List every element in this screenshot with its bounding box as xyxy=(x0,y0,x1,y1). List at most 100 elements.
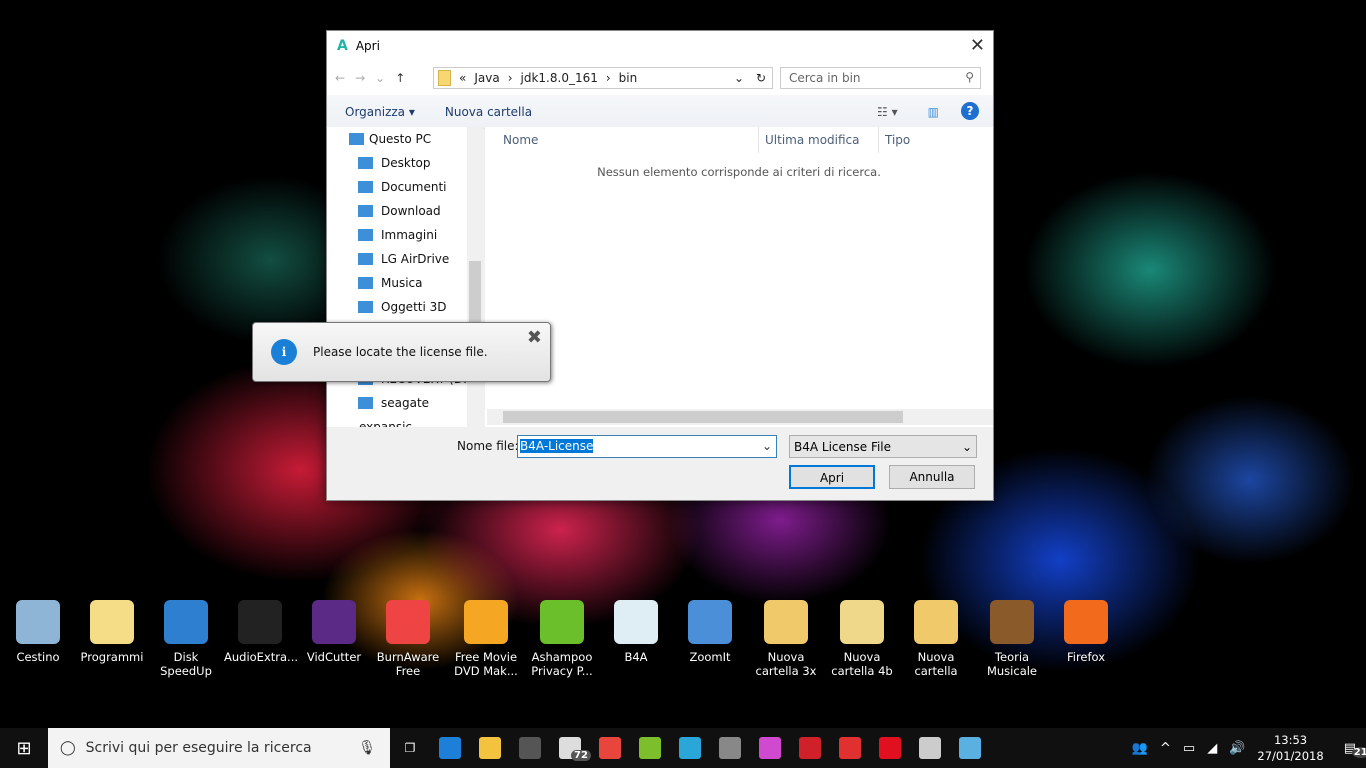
taskbar-app-autocad[interactable] xyxy=(790,728,830,768)
nav-item-icon xyxy=(349,133,364,145)
recent-dropdown[interactable]: ⌄ xyxy=(375,71,385,85)
desktop-icon-label: Free Movie DVD Mak... xyxy=(454,650,518,678)
up-button[interactable]: ↑ xyxy=(395,71,405,85)
desktop-icon[interactable]: VidCutter xyxy=(298,600,370,664)
open-button[interactable]: Apri xyxy=(789,465,875,489)
file-name-input[interactable]: B4A-License ⌄ xyxy=(517,435,777,458)
taskbar-app-photos[interactable] xyxy=(910,728,950,768)
breadcrumb-overflow[interactable]: « xyxy=(459,71,466,85)
nav-item[interactable]: Download xyxy=(327,199,483,223)
desktop-icon-label: Firefox xyxy=(1066,650,1106,664)
taskbar-app-notepad[interactable] xyxy=(950,728,990,768)
desktop-icon[interactable]: Nuova cartella xyxy=(900,600,972,678)
date: 27/01/2018 xyxy=(1257,749,1324,763)
taskbar-app-chrome[interactable] xyxy=(590,728,630,768)
taskbar-app-opera[interactable] xyxy=(870,728,910,768)
tooltip-close-button[interactable]: ✖ xyxy=(527,327,542,348)
taskbar-app-edge[interactable] xyxy=(430,728,470,768)
organize-menu[interactable]: Organizza ▾ xyxy=(345,105,415,119)
desktop-icon[interactable]: Teoria Musicale xyxy=(976,600,1048,678)
desktop-icon[interactable]: Ashampoo Privacy P... xyxy=(526,600,598,678)
desktop-icon[interactable]: B4A xyxy=(600,600,672,664)
file-type-select[interactable]: B4A License File ⌄ xyxy=(789,435,977,458)
nav-scrollbar[interactable] xyxy=(467,127,483,427)
desktop-icon-label: Teoria Musicale xyxy=(986,650,1038,678)
back-button[interactable]: ← xyxy=(335,71,345,85)
desktop-icon[interactable]: Disk SpeedUp xyxy=(150,600,222,678)
opera-icon xyxy=(879,737,901,759)
desktop-icon[interactable]: Nuova cartella 3x xyxy=(750,600,822,678)
taskbar-app-audio[interactable] xyxy=(710,728,750,768)
taskbar-app-app[interactable] xyxy=(670,728,710,768)
taskbar-app-store[interactable] xyxy=(510,728,550,768)
nav-item[interactable]: Desktop xyxy=(327,151,483,175)
desktop-icon-image xyxy=(840,600,884,644)
taskbar-app-paint[interactable] xyxy=(750,728,790,768)
wifi-icon[interactable]: ◢ xyxy=(1207,741,1217,756)
refresh-icon[interactable]: ↻ xyxy=(756,71,766,85)
search-input[interactable]: Cerca in bin ⚲ xyxy=(780,67,981,89)
cancel-button[interactable]: Annulla xyxy=(889,465,975,489)
time: 13:53 xyxy=(1273,733,1308,747)
folder-icon xyxy=(438,70,451,86)
horizontal-scrollbar[interactable] xyxy=(487,409,993,425)
desktop-icon[interactable]: BurnAware Free xyxy=(372,600,444,678)
file-type-value: B4A License File xyxy=(794,440,892,454)
column-name[interactable]: Nome xyxy=(485,127,759,153)
nav-item[interactable]: Oggetti 3D xyxy=(327,295,483,319)
volume-icon[interactable]: 🔊 xyxy=(1229,741,1245,756)
desktop-icon[interactable]: ZoomIt xyxy=(674,600,746,664)
task-view-button[interactable]: ❐ xyxy=(390,728,430,768)
nav-item[interactable]: LG AirDrive xyxy=(327,247,483,271)
desktop-icon-label: ZoomIt xyxy=(689,650,731,664)
autocad-icon xyxy=(799,737,821,759)
address-bar[interactable]: « Java › jdk1.8.0_161 › bin ⌄ ↻ xyxy=(433,67,773,89)
new-folder-button[interactable]: Nuova cartella xyxy=(445,105,532,119)
taskbar-app-android[interactable] xyxy=(630,728,670,768)
preview-pane-icon[interactable]: ▥ xyxy=(928,105,939,119)
file-name-label: Nome file: xyxy=(457,439,519,453)
column-modified[interactable]: Ultima modifica xyxy=(759,127,879,153)
breadcrumb-bin[interactable]: bin xyxy=(619,71,638,85)
desktop-icon[interactable]: AudioExtra... xyxy=(224,600,298,664)
desktop-icon-label: Ashampoo Privacy P... xyxy=(531,650,593,678)
battery-icon[interactable]: ▭ xyxy=(1183,741,1195,756)
chevron-down-icon[interactable]: ⌄ xyxy=(734,71,744,85)
empty-message: Nessun elemento corrisponde ai criteri d… xyxy=(597,165,881,179)
view-options-icon[interactable]: ☷ ▾ xyxy=(877,105,898,119)
breadcrumb-jdk[interactable]: jdk1.8.0_161 xyxy=(521,71,598,85)
chevron-right-icon: › xyxy=(507,71,513,85)
taskbar-app-kaspersky[interactable] xyxy=(830,728,870,768)
breadcrumb-java[interactable]: Java xyxy=(474,71,499,85)
forward-button[interactable]: → xyxy=(355,71,365,85)
clock[interactable]: 13:53 27/01/2018 xyxy=(1257,732,1323,764)
column-type[interactable]: Tipo xyxy=(879,127,993,153)
desktop-icon[interactable]: Nuova cartella 4b xyxy=(826,600,898,678)
notifications-icon[interactable]: ▤ 21 xyxy=(1344,741,1366,758)
nav-item-icon xyxy=(358,181,373,193)
desktop-icon-label: Programmi xyxy=(80,650,144,664)
desktop-icon[interactable]: Firefox xyxy=(1050,600,1122,664)
chevron-right-icon: › xyxy=(605,71,611,85)
desktop-icon[interactable]: Cestino xyxy=(2,600,74,664)
help-button[interactable]: ? xyxy=(961,102,979,120)
paint-icon xyxy=(759,737,781,759)
taskbar-search[interactable]: ◯ Scrivi qui per eseguire la ricerca 🎙 xyxy=(48,728,390,768)
audio-icon xyxy=(719,737,741,759)
people-icon[interactable]: 👥 xyxy=(1132,741,1148,756)
navigation-pane: Questo PC Desktop Documenti Download Immagin… xyxy=(327,127,483,427)
taskbar-app-mail[interactable]: 72 xyxy=(550,728,591,768)
nav-item[interactable]: seagate expansic xyxy=(327,391,483,427)
show-hidden-icons[interactable]: ^ xyxy=(1160,741,1171,756)
notification-count: 21 xyxy=(1351,746,1366,758)
desktop-icon[interactable]: Free Movie DVD Mak... xyxy=(450,600,522,678)
close-button[interactable]: ✕ xyxy=(970,35,985,56)
nav-item[interactable]: Documenti xyxy=(327,175,483,199)
start-button[interactable]: ⊞ xyxy=(0,738,48,759)
nav-item[interactable]: Immagini xyxy=(327,223,483,247)
nav-item[interactable]: Musica xyxy=(327,271,483,295)
taskbar-app-explorer[interactable] xyxy=(470,728,510,768)
nav-item[interactable]: Questo PC xyxy=(327,127,483,151)
desktop-icon[interactable]: Programmi xyxy=(76,600,148,664)
microphone-icon[interactable]: 🎙 xyxy=(358,740,376,756)
